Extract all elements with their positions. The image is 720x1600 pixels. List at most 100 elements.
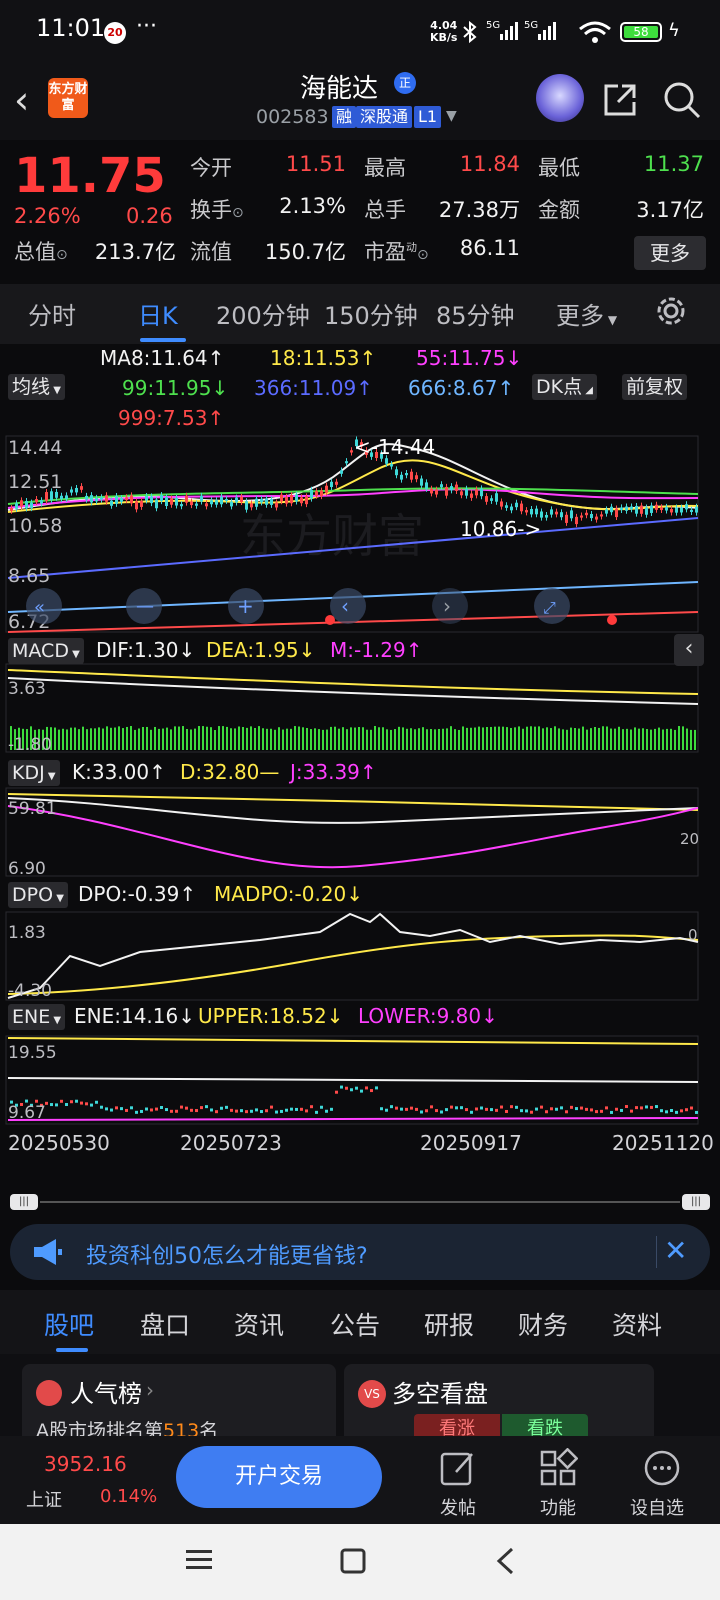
candle-body: [230, 501, 233, 507]
y-label-1: 14.44: [8, 437, 62, 459]
chevron-down-icon[interactable]: ▼: [446, 108, 457, 124]
macd-bar: [266, 728, 268, 750]
index-value[interactable]: 3952.16: [44, 1452, 127, 1476]
tab-profile[interactable]: 资料: [612, 1306, 662, 1342]
back-icon[interactable]: ‹: [14, 80, 46, 120]
ene-candle: [350, 1088, 353, 1092]
macd-bar: [358, 726, 360, 750]
bull-bear-card[interactable]: VS 多空看盘 看涨 看跌: [344, 1364, 654, 1444]
home-icon[interactable]: [340, 1548, 366, 1578]
index-name[interactable]: 上证: [26, 1486, 62, 1512]
candle-body: [220, 496, 223, 505]
dpo-selector-button[interactable]: DPO ▼: [8, 882, 68, 908]
info-icon[interactable]: ⊙: [417, 247, 429, 263]
ene-candle: [530, 1110, 533, 1114]
macd-bar: [346, 729, 348, 750]
promo-banner[interactable]: 投资科创50怎么才能更省钱? ✕: [10, 1224, 710, 1280]
kline-chart-area[interactable]: MA8:11.64↑ 18:11.53↑ 55:11.75↓ 均线 ▼ 99:1…: [0, 344, 720, 1184]
macd-bar: [158, 728, 160, 750]
search-icon[interactable]: [662, 80, 702, 120]
macd-bar: [114, 727, 116, 750]
ene-value: ENE:14.16↓: [74, 1004, 195, 1028]
menu-icon[interactable]: [186, 1548, 212, 1576]
macd-bar: [214, 729, 216, 750]
slider-right-handle[interactable]: |||: [682, 1194, 710, 1210]
ene-candle: [220, 1106, 223, 1110]
macd-bar: [54, 727, 56, 750]
ene-candle: [460, 1106, 463, 1110]
share-icon[interactable]: [602, 82, 638, 118]
candle-body: [80, 486, 83, 490]
ma-selector-button[interactable]: 均线 ▼: [8, 374, 65, 400]
macd-bar: [450, 726, 452, 750]
kdj-j-line: [7, 805, 699, 869]
chevron-right-icon[interactable]: ›: [443, 594, 451, 618]
macd-bar: [390, 729, 392, 750]
tab-daily-k[interactable]: 日K: [138, 296, 178, 331]
tab-news[interactable]: 资讯: [234, 1306, 284, 1342]
slider-left-handle[interactable]: |||: [10, 1194, 38, 1210]
ene-candle: [430, 1105, 433, 1109]
stock-name: 海能达: [300, 74, 379, 104]
close-icon[interactable]: ✕: [664, 1234, 687, 1267]
info-icon[interactable]: ⊙: [56, 247, 68, 263]
collapse-panel-icon[interactable]: ‹: [674, 634, 704, 666]
assistant-robot-icon[interactable]: [536, 74, 584, 122]
tab-intraday[interactable]: 分时: [28, 296, 76, 331]
tab-announcements[interactable]: 公告: [330, 1306, 380, 1342]
watchlist-label[interactable]: 设自选: [630, 1494, 684, 1520]
more-circle-icon[interactable]: [642, 1448, 682, 1488]
tab-pankou[interactable]: 盘口: [140, 1306, 190, 1342]
open-account-trade-button[interactable]: 开户交易: [176, 1446, 382, 1508]
candle-body: [60, 495, 63, 499]
index-change-pct[interactable]: 0.14%: [100, 1486, 157, 1507]
chart-range-slider[interactable]: ||| |||: [10, 1194, 710, 1210]
ene-candle: [470, 1110, 473, 1114]
nav-back-icon[interactable]: [494, 1546, 516, 1580]
ene-candle: [305, 1109, 308, 1113]
chevron-left-icon[interactable]: ‹: [341, 594, 349, 618]
macd-bar: [366, 729, 368, 750]
tab-more[interactable]: 更多 ▼: [556, 296, 617, 331]
ene-candle: [535, 1107, 538, 1111]
post-label[interactable]: 发帖: [440, 1494, 476, 1520]
kdj-d-line: [7, 793, 699, 811]
expand-icon[interactable]: ⤢: [543, 598, 556, 617]
dk-point-label: DK点: [536, 376, 583, 398]
ene-candle: [155, 1107, 158, 1111]
ene-candle: [425, 1109, 428, 1113]
mcap-label: 总值⊙: [14, 236, 68, 266]
macd-bar: [134, 729, 136, 750]
popularity-card[interactable]: 人气榜 › A股市场排名第513名: [22, 1364, 336, 1444]
kdj-selector-button[interactable]: KDJ ▼: [8, 760, 60, 786]
gear-icon[interactable]: [654, 294, 688, 332]
function-label[interactable]: 功能: [540, 1494, 576, 1520]
madpo-value: MADPO:-0.20↓: [214, 882, 364, 906]
function-grid-icon[interactable]: [538, 1447, 579, 1488]
tab-85min[interactable]: 85分钟: [436, 296, 515, 331]
tab-research[interactable]: 研报: [424, 1306, 474, 1342]
adjust-button[interactable]: 前复权: [622, 374, 688, 400]
more-button[interactable]: 更多: [634, 236, 706, 270]
candle-body: [260, 499, 263, 503]
candle-body: [420, 478, 423, 486]
tab-finance[interactable]: 财务: [518, 1306, 568, 1342]
ene-candle: [260, 1110, 263, 1114]
macd-bar: [142, 726, 144, 750]
macd-bar: [318, 729, 320, 750]
tab-200min[interactable]: 200分钟: [216, 296, 310, 331]
zoom-out-icon[interactable]: —: [136, 596, 154, 617]
dk-point-button[interactable]: DK点 ◢: [532, 374, 597, 400]
ene-candle: [160, 1106, 163, 1110]
bull-bear-title: 多空看盘: [392, 1380, 488, 1408]
ene-selector-button[interactable]: ENE ▼: [8, 1004, 66, 1030]
rewind-icon[interactable]: «: [34, 597, 45, 618]
info-icon[interactable]: ⊙: [232, 205, 244, 221]
tab-150min[interactable]: 150分钟: [324, 296, 418, 331]
macd-selector-button[interactable]: MACD ▼: [8, 638, 84, 664]
zoom-in-icon[interactable]: +: [237, 594, 254, 618]
edit-post-icon[interactable]: [438, 1448, 478, 1488]
candle-body: [670, 509, 673, 513]
tab-guba[interactable]: 股吧: [44, 1306, 94, 1342]
ene-candle: [645, 1105, 648, 1109]
